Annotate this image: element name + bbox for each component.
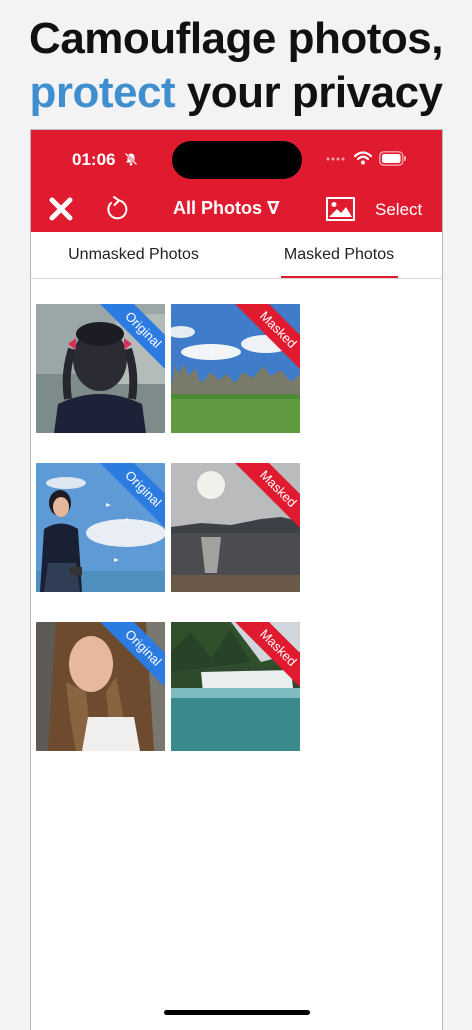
album-dropdown[interactable]: All Photos ∇ (173, 198, 280, 219)
photo-thumbnail[interactable]: Masked (171, 463, 300, 592)
headline-line-2: protect your privacy (0, 66, 472, 120)
dynamic-island (172, 141, 302, 179)
headline-line-1: Camouflage photos, (29, 14, 443, 63)
image-icon[interactable] (326, 197, 355, 221)
wifi-icon (354, 151, 372, 165)
active-tab-indicator (281, 276, 398, 278)
photo-tabs: Unmasked Photos Masked Photos (31, 232, 442, 279)
photo-thumbnail[interactable]: Original (36, 304, 165, 433)
battery-icon (379, 151, 406, 166)
photo-thumbnail[interactable]: Masked (171, 622, 300, 751)
photo-thumbnail[interactable]: Original (36, 463, 165, 592)
bell-slash-icon (124, 152, 138, 166)
signal-dots-icon (326, 157, 345, 161)
promo-headline: Camouflage photos, protect your privacy (0, 12, 472, 120)
select-button[interactable]: Select (375, 200, 422, 220)
refresh-icon[interactable] (105, 196, 129, 222)
tab-masked-photos[interactable]: Masked Photos (236, 232, 442, 278)
close-icon[interactable] (48, 196, 74, 222)
status-time: 01:06 (72, 150, 116, 169)
photo-thumbnail[interactable]: Masked (171, 304, 300, 433)
home-indicator[interactable] (164, 1010, 310, 1015)
phone-screen: 01:06 All Photos ∇ Select Unmasked Photo… (30, 129, 443, 1030)
app-header: 01:06 All Photos ∇ Select (31, 130, 442, 232)
photo-thumbnail[interactable]: Original (36, 622, 165, 751)
tab-unmasked-photos[interactable]: Unmasked Photos (31, 232, 236, 278)
headline-rest: your privacy (175, 68, 443, 117)
headline-accent: protect (29, 68, 176, 117)
